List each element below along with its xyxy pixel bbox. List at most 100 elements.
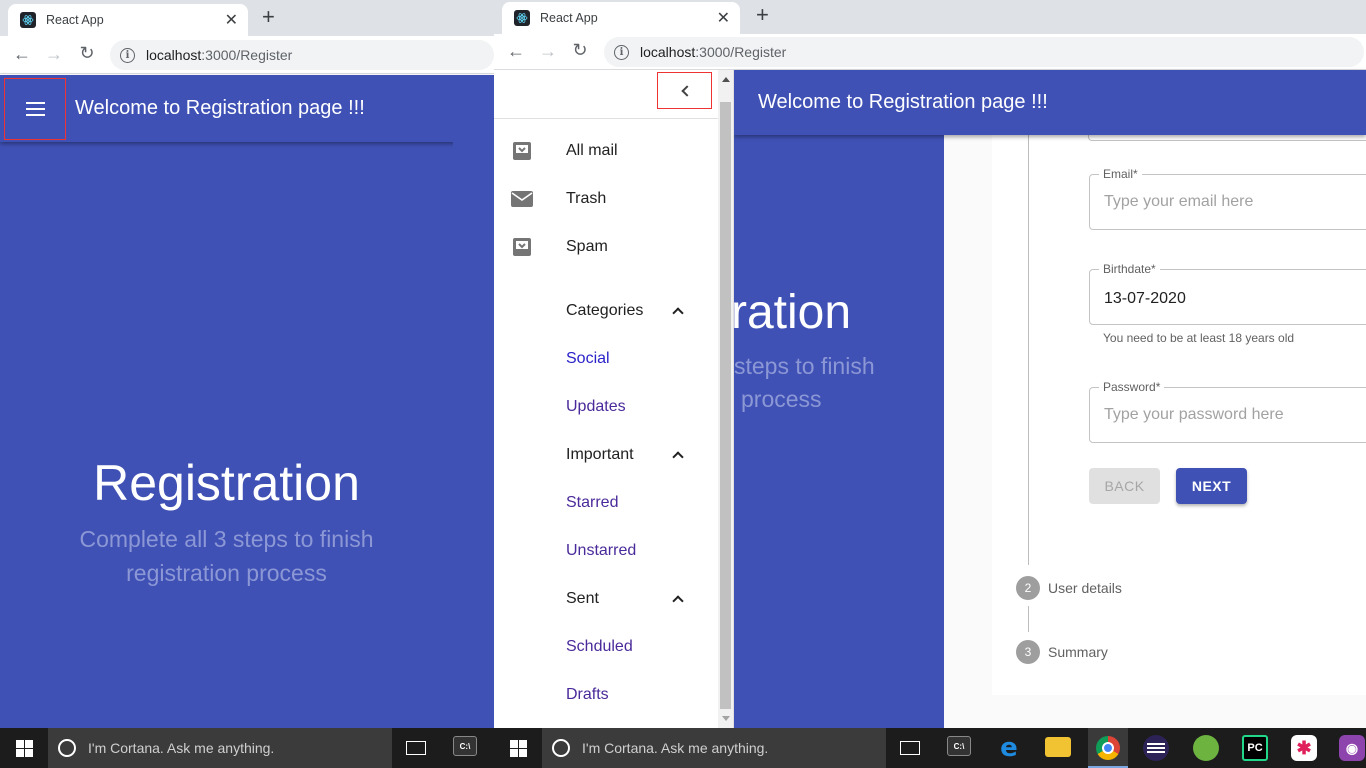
appbar-title: Welcome to Registration page !!! xyxy=(75,97,365,119)
right-browser-toolbar: ← → ↻ i localhost:3000/Register xyxy=(494,34,1366,70)
cortana-text: I'm Cortana. Ask me anything. xyxy=(88,740,275,756)
back-arrow-icon[interactable]: ← xyxy=(10,44,34,65)
birthdate-helper-text: You need to be at least 18 years old xyxy=(1103,331,1295,345)
drawer-list: All mail Trash Spam Categories Social Up… xyxy=(494,127,718,719)
eclipse-icon[interactable] xyxy=(1143,735,1169,761)
url-path: :3000/Register xyxy=(695,44,787,60)
step-3-circle: 3 xyxy=(1016,640,1040,664)
left-browser-toolbar: ← → ↻ i localhost:3000/Register xyxy=(0,36,494,74)
inbox-icon xyxy=(513,238,531,256)
drawer-item-label: Trash xyxy=(566,190,607,207)
start-button-windows-icon[interactable] xyxy=(16,740,33,757)
file-explorer-icon[interactable] xyxy=(1045,737,1071,757)
task-view-icon[interactable] xyxy=(406,741,426,755)
url-host: localhost xyxy=(146,47,202,63)
cortana-search-box[interactable]: I'm Cortana. Ask me anything. xyxy=(542,728,886,768)
next-button[interactable]: NEXT xyxy=(1176,468,1247,504)
drawer-item-label: Spam xyxy=(566,238,608,255)
drawer-link-drafts[interactable]: Drafts xyxy=(494,671,718,719)
hero-subtitle-partial1: steps to finish xyxy=(734,353,875,379)
slack-icon[interactable]: ✱ xyxy=(1291,735,1317,761)
hero-subtitle-line2: registration process xyxy=(126,560,327,586)
drawer-link-social[interactable]: Social xyxy=(494,335,718,383)
terminal-icon[interactable]: C:\ xyxy=(453,736,477,756)
drawer-item-label: All mail xyxy=(566,142,618,159)
new-tab-icon[interactable]: + xyxy=(262,4,275,30)
drawer-link-starred[interactable]: Starred xyxy=(494,479,718,527)
pycharm-icon[interactable]: PC xyxy=(1242,735,1268,761)
password-label: Password* xyxy=(1099,380,1165,394)
terminal-icon[interactable]: C:\ xyxy=(947,736,971,756)
forward-arrow-icon[interactable]: → xyxy=(42,44,66,65)
email-field[interactable]: Email* Type your email here xyxy=(1089,167,1366,230)
tab-title: React App xyxy=(46,13,104,27)
drawer-group-important[interactable]: Important xyxy=(494,431,718,479)
drawer-link-scheduled[interactable]: Schduled xyxy=(494,623,718,671)
right-browser-tab[interactable]: React App ✕ xyxy=(502,2,740,34)
site-info-icon[interactable]: i xyxy=(120,47,135,63)
hero-subtitle-partial2: process xyxy=(741,386,822,412)
drawer-item-trash[interactable]: Trash xyxy=(494,175,718,223)
drawer-scrollbar[interactable] xyxy=(718,70,733,728)
stepper-card: Email* Type your email here Birthdate* 1… xyxy=(992,131,1366,695)
new-tab-icon[interactable]: + xyxy=(756,2,769,28)
address-bar[interactable]: i localhost:3000/Register xyxy=(110,40,494,70)
drawer-spacer xyxy=(494,271,718,287)
email-label: Email* xyxy=(1099,167,1142,181)
close-drawer-chevron-left-icon[interactable] xyxy=(657,72,712,109)
react-favicon-icon xyxy=(514,10,530,26)
close-tab-icon[interactable]: ✕ xyxy=(717,8,730,28)
scroll-up-arrow-icon[interactable] xyxy=(722,77,730,82)
left-browser-tab[interactable]: React App ✕ xyxy=(8,4,248,36)
react-favicon-icon xyxy=(20,12,36,28)
chrome-icon[interactable] xyxy=(1088,728,1128,768)
inbox-icon xyxy=(513,142,531,160)
drawer-group-label: Categories xyxy=(566,302,644,319)
url-host: localhost xyxy=(640,44,696,60)
birthdate-label: Birthdate* xyxy=(1099,262,1160,276)
drawer-group-sent[interactable]: Sent xyxy=(494,575,718,623)
close-tab-icon[interactable]: ✕ xyxy=(225,10,238,30)
cortana-icon xyxy=(58,739,76,757)
address-bar[interactable]: i localhost:3000/Register xyxy=(604,37,1364,67)
chevron-up-icon xyxy=(672,595,684,607)
start-button-windows-icon[interactable] xyxy=(510,740,527,757)
hero-title-partial: ration xyxy=(731,286,852,339)
left-hero-section: Registration Complete all 3 steps to fin… xyxy=(0,142,453,728)
form-area: Email* Type your email here Birthdate* 1… xyxy=(944,131,1366,728)
scrollbar-thumb[interactable] xyxy=(720,102,731,709)
site-info-icon[interactable]: i xyxy=(614,44,629,60)
cortana-search-box[interactable]: I'm Cortana. Ask me anything. xyxy=(48,728,392,768)
reload-icon[interactable]: ↻ xyxy=(75,43,99,64)
cortana-icon xyxy=(552,739,570,757)
step-connector-line-2 xyxy=(1028,606,1029,632)
drawer-link-updates[interactable]: Updates xyxy=(494,383,718,431)
scroll-down-arrow-icon[interactable] xyxy=(722,716,730,721)
menu-hamburger-icon[interactable] xyxy=(4,77,66,140)
hero-subtitle-line1: Complete all 3 steps to finish xyxy=(79,526,374,552)
spring-tool-suite-icon[interactable] xyxy=(1193,735,1219,761)
right-app-bar: Welcome to Registration page !!! xyxy=(734,70,1366,135)
step-2-label: User details xyxy=(1048,580,1122,596)
tab-title: React App xyxy=(540,11,598,25)
task-view-icon[interactable] xyxy=(900,741,920,755)
back-button[interactable]: BACK xyxy=(1089,468,1160,504)
forward-arrow-icon[interactable]: → xyxy=(536,41,560,62)
drawer-item-all-mail[interactable]: All mail xyxy=(494,127,718,175)
step-3-label: Summary xyxy=(1048,644,1108,660)
drawer-link-unstarred[interactable]: Unstarred xyxy=(494,527,718,575)
drawer-item-spam[interactable]: Spam xyxy=(494,223,718,271)
windows-taskbar: I'm Cortana. Ask me anything. C:\ I'm Co… xyxy=(0,728,1366,768)
cat-app-icon[interactable]: ◉ xyxy=(1339,735,1365,761)
back-arrow-icon[interactable]: ← xyxy=(504,41,528,62)
navigation-drawer: All mail Trash Spam Categories Social Up… xyxy=(494,70,734,728)
birthdate-field[interactable]: Birthdate* 13-07-2020 xyxy=(1089,262,1366,325)
chevron-up-icon xyxy=(672,307,684,319)
password-placeholder: Type your password here xyxy=(1104,406,1284,423)
right-tab-strip: React App ✕ + xyxy=(494,0,1366,34)
chevron-up-icon xyxy=(672,451,684,463)
edge-browser-icon[interactable]: e xyxy=(996,733,1022,763)
password-field[interactable]: Password* Type your password here xyxy=(1089,380,1366,443)
drawer-group-categories[interactable]: Categories xyxy=(494,287,718,335)
reload-icon[interactable]: ↻ xyxy=(568,40,592,61)
